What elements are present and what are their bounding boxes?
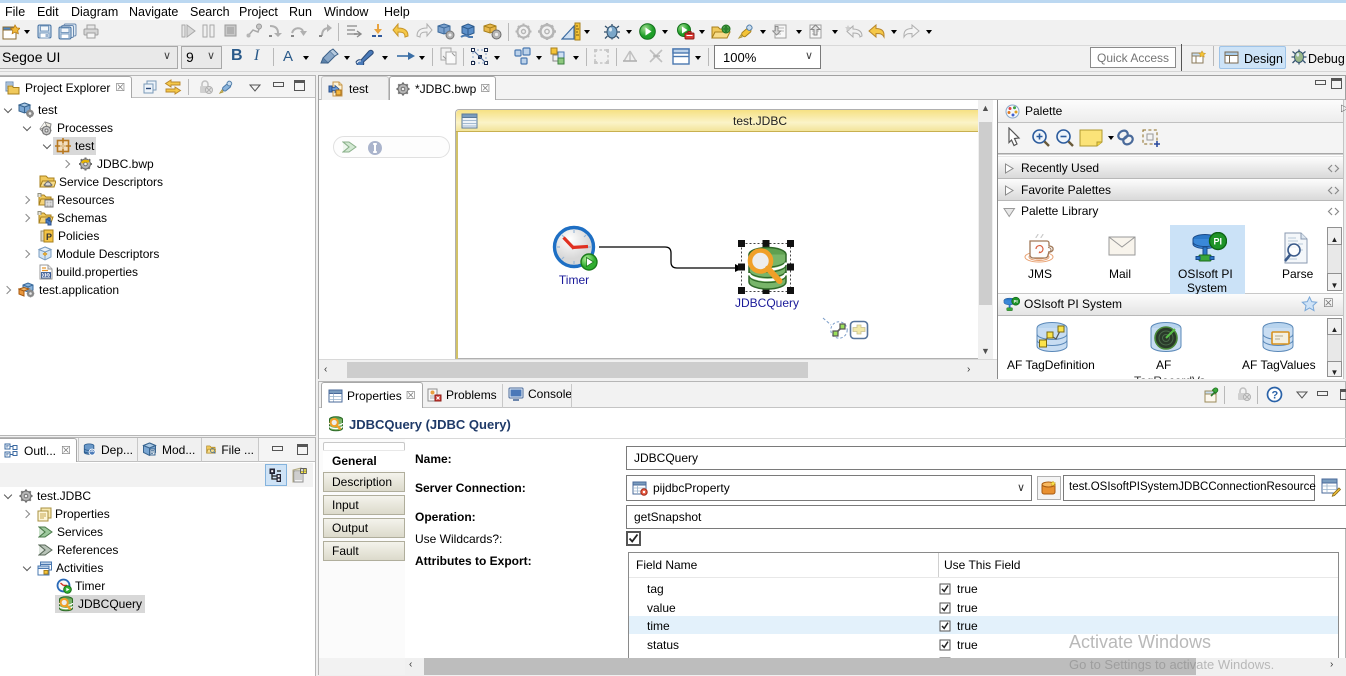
svg-text:?: ? xyxy=(1272,390,1279,402)
svg-text:PI: PI xyxy=(1014,299,1018,304)
svg-text:010: 010 xyxy=(42,273,51,279)
svg-text:P: P xyxy=(46,232,52,242)
svg-text:PI: PI xyxy=(1214,237,1223,247)
